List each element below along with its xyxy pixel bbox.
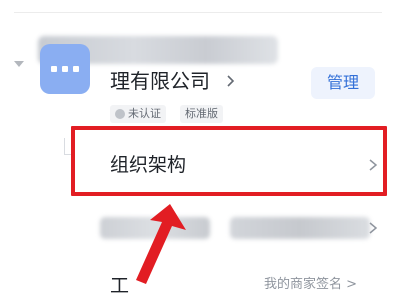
bottom-row-label[interactable]: 工 xyxy=(110,274,129,298)
avatar-dot xyxy=(62,66,68,72)
blurred-text xyxy=(230,217,370,239)
collapse-arrow-icon[interactable] xyxy=(14,61,24,67)
chevron-right-icon[interactable] xyxy=(222,73,238,89)
bottom-row-right-text[interactable]: 我的商家签名 > xyxy=(264,276,357,294)
edition-badge-label: 标准版 xyxy=(185,107,218,120)
org-name[interactable]: 理有限公司 xyxy=(110,68,210,94)
chevron-right-icon xyxy=(369,222,378,234)
unverified-badge-label: 未认证 xyxy=(128,107,161,120)
org-avatar[interactable] xyxy=(40,44,90,94)
manage-button[interactable]: 管理 xyxy=(311,67,375,99)
avatar-dot xyxy=(51,66,57,72)
shield-icon xyxy=(115,109,125,119)
edition-badge: 标准版 xyxy=(180,105,223,123)
top-divider xyxy=(14,12,382,13)
unverified-badge: 未认证 xyxy=(110,105,166,123)
blurred-menu-row[interactable] xyxy=(78,205,390,249)
red-arrow-annotation xyxy=(136,204,186,284)
avatar-dot xyxy=(73,66,79,72)
highlight-box xyxy=(71,126,387,196)
